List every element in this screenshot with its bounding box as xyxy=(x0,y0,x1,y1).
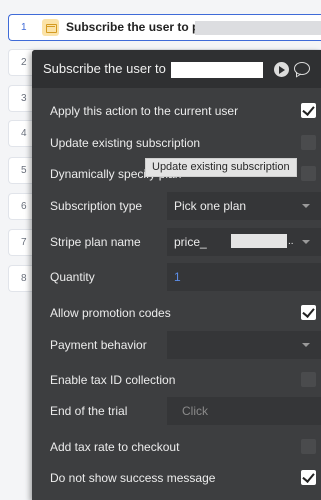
tax-id-checkbox[interactable] xyxy=(301,372,316,387)
payment-behavior-row: Payment behavior xyxy=(32,331,321,359)
property-editor-panel: Subscribe the user to Apply this action … xyxy=(32,50,321,500)
hide-success-row: Do not show success message xyxy=(32,464,321,492)
quantity-label: Quantity xyxy=(50,270,95,284)
subscription-type-dropdown[interactable]: Pick one plan xyxy=(167,192,321,220)
comment-icon[interactable] xyxy=(294,62,310,75)
step-number: 3 xyxy=(21,93,27,104)
tax-rate-checkbox[interactable] xyxy=(301,439,316,454)
credit-card-icon xyxy=(42,19,59,36)
step-number: 6 xyxy=(21,201,27,212)
panel-title: Subscribe the user to xyxy=(43,61,166,76)
tax-rate-label: Add tax rate to checkout xyxy=(50,440,180,454)
update-existing-label: Update existing subscription xyxy=(50,136,201,150)
apply-current-user-row: Apply this action to the current user xyxy=(32,97,321,125)
payment-behavior-dropdown[interactable] xyxy=(167,331,321,359)
trial-end-input[interactable]: Click xyxy=(167,397,321,425)
step-number: 4 xyxy=(21,128,27,139)
play-icon[interactable] xyxy=(274,62,289,77)
trial-end-label: End of the trial xyxy=(50,404,128,418)
quantity-row: Quantity 1 xyxy=(32,263,321,291)
update-existing-tooltip: Update existing subscription xyxy=(145,158,297,177)
step-number: 5 xyxy=(21,165,27,176)
promotion-codes-checkbox[interactable] xyxy=(301,305,316,320)
redacted-text xyxy=(171,62,263,78)
subscription-type-value: Pick one plan xyxy=(174,199,247,213)
payment-behavior-label: Payment behavior xyxy=(50,338,147,352)
stripe-plan-dropdown[interactable]: price_ .. xyxy=(167,228,321,256)
redacted-text xyxy=(231,234,287,248)
tax-rate-row: Add tax rate to checkout xyxy=(32,433,321,461)
subscription-type-row: Subscription type Pick one plan xyxy=(32,192,321,220)
hide-success-label: Do not show success message xyxy=(50,471,216,485)
update-existing-checkbox[interactable] xyxy=(301,135,316,150)
panel-header: Subscribe the user to xyxy=(32,50,321,88)
stripe-plan-row: Stripe plan name price_ .. xyxy=(32,228,321,256)
chevron-down-icon xyxy=(302,204,310,208)
tax-id-label: Enable tax ID collection xyxy=(50,373,176,387)
step-number: 8 xyxy=(21,273,27,284)
chevron-down-icon xyxy=(302,240,310,244)
stripe-plan-label: Stripe plan name xyxy=(50,235,141,249)
apply-current-user-checkbox[interactable] xyxy=(301,103,316,118)
step-number: 7 xyxy=(21,237,27,248)
promotion-codes-row: Allow promotion codes xyxy=(32,299,321,327)
promotion-codes-label: Allow promotion codes xyxy=(50,306,171,320)
stripe-plan-ellipsis: .. xyxy=(288,236,294,247)
trial-end-row: End of the trial Click xyxy=(32,397,321,425)
stripe-plan-value: price_ xyxy=(174,235,207,249)
tax-id-row: Enable tax ID collection xyxy=(32,366,321,394)
workflow-step-1[interactable]: 1 Subscribe the user to price_ xyxy=(8,14,321,41)
dynamic-plan-checkbox[interactable] xyxy=(301,166,316,181)
apply-current-user-label: Apply this action to the current user xyxy=(50,104,239,118)
subscription-type-label: Subscription type xyxy=(50,199,143,213)
quantity-input[interactable]: 1 xyxy=(167,263,321,291)
hide-success-checkbox[interactable] xyxy=(301,470,316,485)
step-number: 2 xyxy=(21,57,27,68)
step-number: 1 xyxy=(21,22,27,33)
redacted-text xyxy=(195,21,321,35)
chevron-down-icon xyxy=(302,343,310,347)
update-existing-row: Update existing subscription xyxy=(32,129,321,157)
